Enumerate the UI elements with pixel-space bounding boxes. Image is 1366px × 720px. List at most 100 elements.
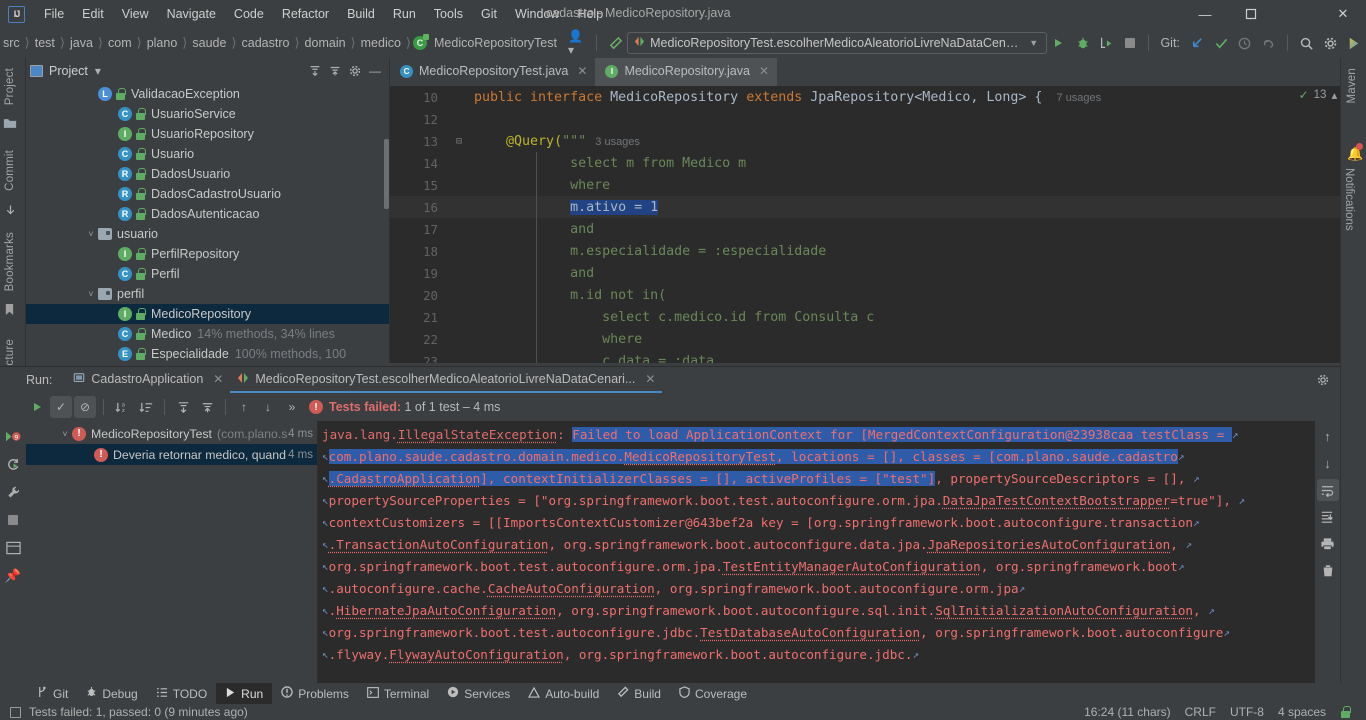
breadcrumb-file[interactable]: MedicoRepositoryTest — [431, 34, 560, 52]
tree-item[interactable]: E Especialidade 100% methods, 100 — [26, 344, 389, 363]
debug-icon[interactable] — [1071, 31, 1095, 55]
tree-item[interactable]: R DadosUsuario — [26, 164, 389, 184]
bottom-tab-debug[interactable]: Debug — [77, 683, 146, 704]
breadcrumb-saude[interactable]: saude — [189, 34, 229, 52]
tree-item[interactable]: I MedicoRepository — [26, 304, 389, 324]
test-tree-item[interactable]: ˅! MedicoRepositoryTest (com.plano.s 4 ms — [26, 423, 317, 444]
close-icon[interactable]: ✕ — [577, 64, 587, 78]
show-passed-toggle[interactable]: ✓ — [50, 396, 72, 418]
breadcrumb-src[interactable]: src — [0, 34, 23, 52]
console-line[interactable]: ↖ .TransactionAutoConfiguration, org.spri… — [318, 533, 1366, 555]
editor-tab-medicorepositorytest[interactable]: C MedicoRepositoryTest.java ✕ — [390, 58, 595, 86]
bookmark-icon[interactable] — [4, 303, 15, 319]
menu-edit[interactable]: Edit — [73, 3, 113, 25]
project-tree-scrollbar[interactable] — [384, 139, 389, 209]
sidebar-item-maven[interactable]: Maven — [1346, 62, 1358, 110]
soft-wrap-icon[interactable] — [1316, 479, 1339, 501]
menu-refactor[interactable]: Refactor — [273, 3, 338, 25]
search-icon[interactable] — [1295, 31, 1319, 55]
scroll-down-icon[interactable]: ↓ — [1317, 452, 1339, 474]
sort-alphabetically-icon[interactable]: az — [111, 396, 133, 418]
breadcrumb-test[interactable]: test — [32, 34, 58, 52]
tree-item[interactable]: L ValidacaoException — [26, 84, 389, 104]
caret-position[interactable]: 16:24 (11 chars) — [1084, 705, 1171, 719]
tree-item[interactable]: R DadosAutenticacao — [26, 204, 389, 224]
more-options-icon[interactable]: » — [281, 396, 303, 418]
console-line[interactable]: ↖ com.plano.saude.cadastro.domain.medico.… — [318, 445, 1366, 467]
folder-icon[interactable] — [3, 117, 17, 132]
prev-failed-test-icon[interactable]: ↑ — [233, 396, 255, 418]
tree-item[interactable]: C UsuarioService — [26, 104, 389, 124]
bottom-tab-git[interactable]: Git — [28, 683, 77, 704]
stop-icon[interactable] — [1118, 31, 1142, 55]
breadcrumb-domain[interactable]: domain — [302, 34, 349, 52]
tree-expand-arrow[interactable]: ˅ — [84, 229, 98, 239]
close-icon[interactable]: ✕ — [213, 372, 223, 386]
bottom-tab-run[interactable]: Run — [216, 683, 273, 704]
breadcrumb-plano[interactable]: plano — [144, 34, 181, 52]
rerun-automatically-icon[interactable] — [2, 453, 24, 475]
maximize-button[interactable] — [1228, 0, 1274, 28]
fold-marker[interactable]: ⊟ — [448, 136, 470, 147]
close-button[interactable]: ✕ — [1320, 0, 1366, 28]
run-icon[interactable] — [1047, 31, 1071, 55]
menu-navigate[interactable]: Navigate — [158, 3, 225, 25]
breadcrumb-cadastro[interactable]: cadastro — [239, 34, 293, 52]
console-line[interactable]: ↖ org.springframework.boot.test.autoconfi… — [318, 621, 1366, 643]
minimize-button[interactable]: — — [1182, 0, 1228, 28]
settings-gear-icon[interactable] — [345, 61, 365, 81]
bottom-tab-coverage[interactable]: Coverage — [670, 683, 756, 704]
tree-item[interactable]: C Medico 14% methods, 34% lines — [26, 324, 389, 344]
tree-expand-arrow[interactable]: ˅ — [84, 289, 98, 299]
expand-all-icon[interactable] — [305, 61, 325, 81]
console-line[interactable]: ↖ .autoconfigure.cache. CacheAutoConfigura… — [318, 577, 1366, 599]
menu-build[interactable]: Build — [338, 3, 384, 25]
test-results-tree[interactable]: ˅! MedicoRepositoryTest (com.plano.s 4 ms! D… — [26, 421, 318, 684]
hide-panel-button[interactable]: — — [365, 61, 385, 81]
close-icon[interactable]: ✕ — [759, 64, 769, 78]
console-line[interactable]: ↖ .flyway. FlywayAutoConfiguration, org.sp… — [318, 643, 1366, 665]
commit-arrow-icon[interactable] — [4, 203, 17, 219]
menu-git[interactable]: Git — [472, 3, 506, 25]
console-line[interactable]: ↖ org.springframework.boot.test.autoconfi… — [318, 555, 1366, 577]
stop-icon[interactable] — [2, 509, 24, 531]
console-line[interactable]: ↖ contextCustomizers = [[ImportsContextCu… — [318, 511, 1366, 533]
update-project-icon[interactable] — [1186, 31, 1210, 55]
tree-item[interactable]: ˅ perfil — [26, 284, 389, 304]
tree-item[interactable]: R DadosCadastroUsuario — [26, 184, 389, 204]
chevron-down-icon[interactable]: ▾ — [88, 61, 108, 81]
history-icon[interactable] — [1233, 31, 1257, 55]
sort-by-duration-icon[interactable] — [135, 396, 157, 418]
commit-icon[interactable] — [1209, 31, 1233, 55]
sidebar-item-bookmarks[interactable]: Bookmarks — [4, 226, 16, 297]
collapse-all-icon[interactable] — [325, 61, 345, 81]
settings-gear-icon[interactable] — [1319, 31, 1343, 55]
build-hammer-icon[interactable] — [604, 31, 628, 55]
ai-assistant-icon[interactable] — [1342, 31, 1366, 55]
tree-item[interactable]: C Usuario — [26, 144, 389, 164]
breadcrumb-com[interactable]: com — [105, 34, 135, 52]
console-line[interactable]: java.lang. IllegalStateException: Failed … — [318, 423, 1366, 445]
bottom-tab-terminal[interactable]: Terminal — [358, 683, 438, 704]
code-line[interactable]: 10 public interface MedicoRepository exte… — [390, 86, 1366, 108]
bottom-tab-auto-build[interactable]: Auto-build — [519, 683, 608, 704]
expand-all-icon[interactable] — [172, 396, 194, 418]
menu-run[interactable]: Run — [384, 3, 425, 25]
show-ignored-toggle[interactable]: ⊘ — [74, 396, 96, 418]
tree-item[interactable]: C Perfil — [26, 264, 389, 284]
test-console-output[interactable]: java.lang. IllegalStateException: Failed … — [318, 421, 1366, 684]
collapse-all-icon[interactable] — [196, 396, 218, 418]
profile-chooser-icon[interactable]: 👤▾ — [568, 29, 589, 57]
tree-expand-arrow[interactable]: ˅ — [58, 429, 72, 439]
bottom-tab-build[interactable]: Build — [608, 683, 670, 704]
rerun-failed-tests-icon[interactable]: 9 — [2, 425, 24, 447]
menu-file[interactable]: File — [35, 3, 73, 25]
code-editor[interactable]: 10 public interface MedicoRepository exte… — [390, 86, 1366, 363]
tree-item[interactable]: I PerfilRepository — [26, 244, 389, 264]
scroll-to-end-icon[interactable] — [1317, 506, 1339, 528]
code-line[interactable]: 13 ⊟ @Query(""" 3 usages — [390, 130, 1366, 152]
bottom-tab-todo[interactable]: TODO — [147, 683, 216, 704]
run-settings-gear-icon[interactable] — [1312, 373, 1334, 387]
tree-item[interactable]: I UsuarioRepository — [26, 124, 389, 144]
print-icon[interactable] — [1317, 533, 1339, 555]
